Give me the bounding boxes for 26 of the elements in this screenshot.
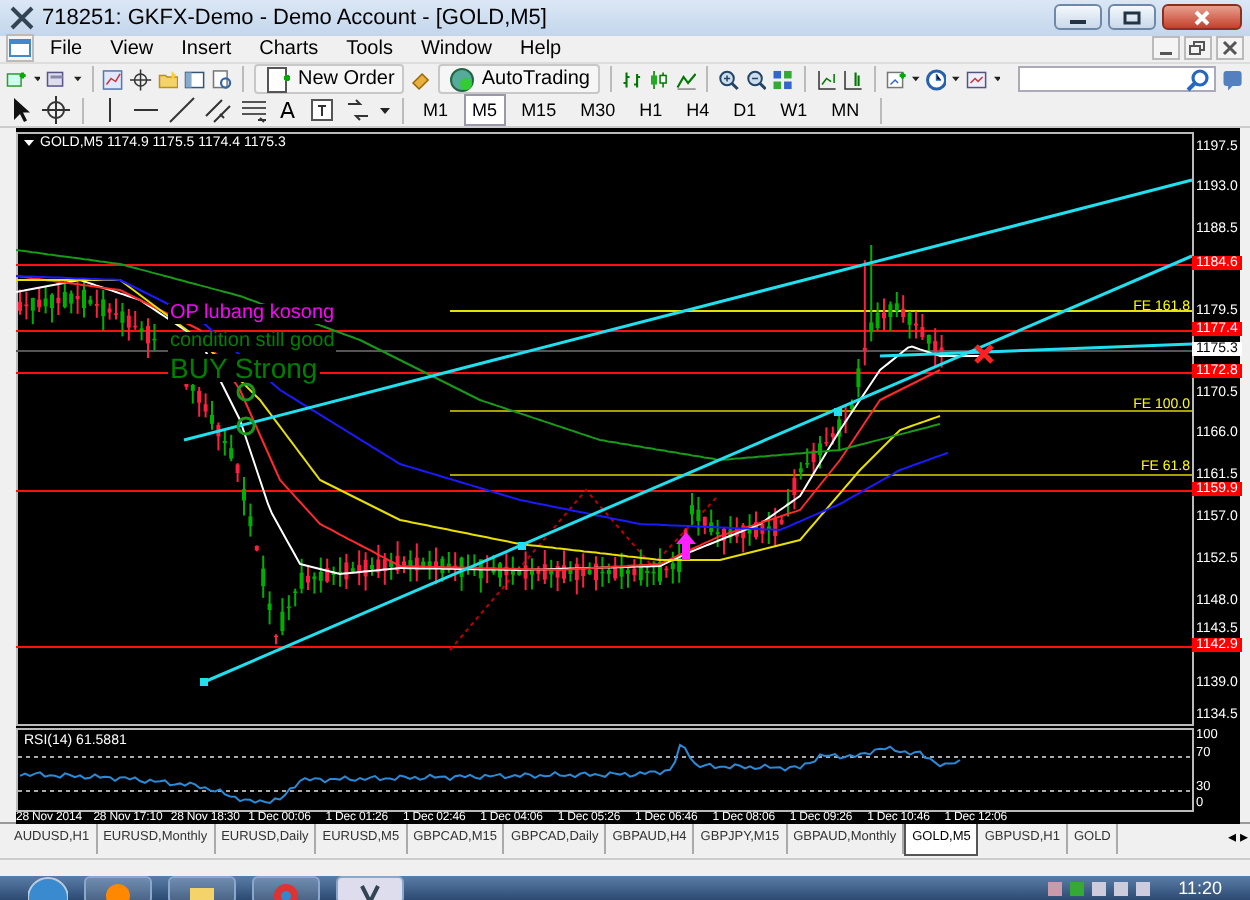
chart-annotation: condition still good	[168, 331, 337, 352]
window-title: 718251: GKFX-Demo - Demo Account - [GOLD,M5]	[42, 5, 549, 30]
autotrading-button[interactable]: AutoTrading	[437, 64, 600, 95]
period-button[interactable]: W1	[772, 94, 816, 127]
chart-annotation: OP lubang kosong	[168, 303, 337, 324]
period-button[interactable]: M5	[464, 94, 506, 127]
menu-item[interactable]: Help	[508, 37, 574, 60]
period-button[interactable]: H1	[631, 94, 671, 127]
menu-item[interactable]: Window	[408, 37, 505, 60]
menu-item[interactable]: View	[98, 37, 166, 60]
period-button[interactable]: M1	[415, 94, 457, 127]
period-button[interactable]: H4	[678, 94, 718, 127]
period-button[interactable]: D1	[725, 94, 765, 127]
period-button[interactable]: M30	[572, 94, 624, 127]
period-button[interactable]: MN	[823, 94, 868, 127]
scroll-arrow[interactable]: ▸	[1238, 824, 1250, 851]
scroll-arrow[interactable]: ◂	[1226, 824, 1238, 851]
chart-annotation: BUY Strong	[168, 353, 320, 382]
text-tool[interactable]: A	[276, 97, 300, 124]
period-button[interactable]: M15	[513, 94, 565, 127]
new-order-button[interactable]: New Order	[253, 64, 405, 95]
menu-item[interactable]: Insert	[169, 37, 244, 60]
menu-item[interactable]: Tools	[334, 37, 405, 60]
clock: 11:20	[1176, 876, 1224, 899]
menu-item[interactable]: Charts	[247, 37, 331, 60]
menu-item[interactable]: File	[38, 37, 95, 60]
